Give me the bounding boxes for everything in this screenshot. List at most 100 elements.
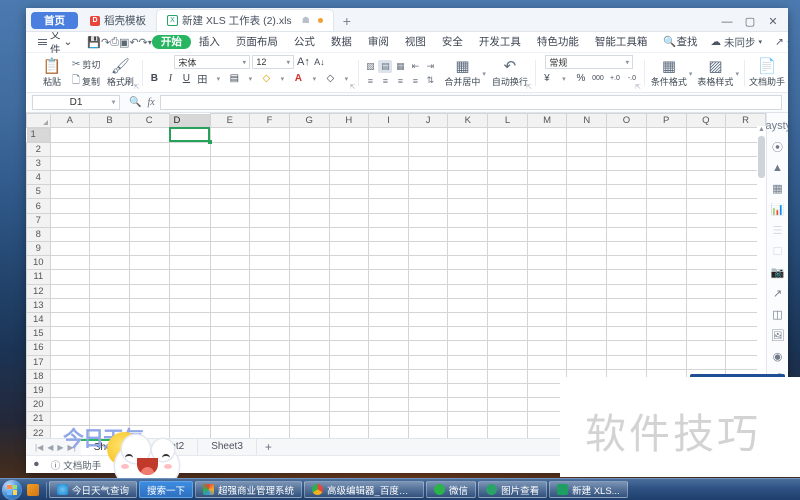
cell-F10[interactable] [249,255,290,271]
ribbon-tab-review[interactable]: 审阅 [360,32,397,53]
tab-templates[interactable]: D 稻壳模板 [80,10,156,31]
cell-C4[interactable] [128,170,170,186]
status-doc-assistant[interactable]: ⓘ 文档助手 [51,458,102,472]
cell-N3[interactable] [566,155,608,172]
align-right-button[interactable]: ≡ [393,74,407,87]
ribbon-tab-security[interactable]: 安全 [434,32,471,53]
cell-L9[interactable] [487,240,528,257]
new-tab-button[interactable]: + [334,13,360,29]
sheet-nav-last-icon[interactable]: ▶| [68,443,76,452]
cell-H2[interactable] [328,141,370,157]
column-header-h[interactable]: H [328,113,370,128]
number-dialog-launcher[interactable]: ⇱ [635,83,641,91]
cell-F14[interactable] [249,311,290,328]
align-left-button[interactable]: ≡ [363,74,377,87]
conditional-format-button[interactable]: ▦ 条件格式 [649,59,689,88]
cell-F8[interactable] [249,226,290,243]
cell-A22[interactable] [49,425,91,438]
shape-icon[interactable]: ⦿ [770,139,786,154]
cell-A18[interactable] [49,368,91,384]
cell-I5[interactable] [368,184,409,200]
cell-E21[interactable] [209,411,251,427]
cell-E12[interactable] [209,283,251,299]
cell-J20[interactable] [407,397,449,413]
cell-I3[interactable] [368,155,409,172]
cell-G6[interactable] [288,198,330,214]
cell-J5[interactable] [407,184,449,200]
cell-C5[interactable] [128,184,170,200]
cell-K4[interactable] [447,170,489,186]
cell-J4[interactable] [407,170,449,186]
column-header-d[interactable]: D [169,113,210,127]
cell-O9[interactable] [606,240,647,257]
cell-K5[interactable] [447,184,489,200]
cell-N12[interactable] [566,283,608,299]
cell-A9[interactable] [49,240,91,257]
cell-B17[interactable] [89,354,130,370]
cell-I11[interactable] [368,269,409,285]
cell-A4[interactable] [49,170,91,186]
cell-C2[interactable] [128,141,170,157]
cell-I13[interactable] [368,297,409,313]
cell-J15[interactable] [407,326,449,342]
cell-style-button[interactable]: ▤ [227,72,241,85]
cell-F3[interactable] [249,155,290,172]
cell-M11[interactable] [526,269,568,285]
row-header-2[interactable]: 2 [26,141,51,157]
sheet-nav-prev-icon[interactable]: ◀ [47,443,53,452]
cell-K13[interactable] [447,297,489,313]
alignment-dialog-launcher[interactable]: ⇱ [526,83,532,91]
cell-I6[interactable] [368,198,409,214]
cell-F1[interactable] [249,126,290,143]
table-style-button[interactable]: ▨ 表格样式 [695,59,735,88]
cell-A3[interactable] [49,155,91,172]
tab-cloud-icon[interactable]: ☗ [302,15,310,26]
chevron-down-icon[interactable]: ▾ [211,72,225,85]
cell-G20[interactable] [288,397,330,413]
cell-K14[interactable] [447,311,489,328]
cell-C3[interactable] [128,155,170,172]
percent-format-button[interactable]: % [574,72,588,85]
column-header-a[interactable]: A [49,113,91,128]
cell-E20[interactable] [209,397,251,413]
cell-M14[interactable] [526,311,568,328]
cell-M10[interactable] [526,255,568,271]
cell-L10[interactable] [487,255,528,271]
cell-K1[interactable] [447,126,489,143]
cell-I18[interactable] [368,368,409,384]
cell-K2[interactable] [447,141,489,157]
sheet-tab-sheet1[interactable]: Sheet1 [80,438,140,456]
cell-O16[interactable] [606,340,647,356]
cell-O17[interactable] [606,354,647,370]
cell-H9[interactable] [328,240,370,257]
cell-G21[interactable] [288,411,330,427]
column-header-k[interactable]: K [447,113,489,128]
image-icon[interactable]: 🖼 [770,328,786,343]
cell-K7[interactable] [447,212,489,228]
cell-M12[interactable] [526,283,568,299]
copy-button[interactable]: 🗋 复制 [72,73,100,90]
ribbon-tab-formula[interactable]: 公式 [286,32,323,53]
cell-G14[interactable] [288,311,330,328]
cell-E22[interactable] [209,425,251,438]
taskbar-item-business-system[interactable]: 超强商业管理系统 [195,481,303,498]
cell-N15[interactable] [566,326,608,342]
cell-Q9[interactable] [685,240,727,257]
share-button[interactable]: ↗ 分享 [770,35,788,50]
cell-L6[interactable] [487,198,528,214]
cell-Q3[interactable] [685,155,727,172]
cell-Q7[interactable] [685,212,727,228]
cell-P9[interactable] [645,240,687,257]
cell-J3[interactable] [407,155,449,172]
cell-C18[interactable] [128,368,170,384]
underline-button[interactable]: U [179,72,193,85]
cell-O10[interactable] [606,255,647,271]
row-header-4[interactable]: 4 [26,170,51,186]
cell-B8[interactable] [89,226,130,243]
cell-O3[interactable] [606,155,647,172]
cell-N14[interactable] [566,311,608,328]
decrease-font-size-button[interactable]: A↓ [312,56,326,69]
taskbar-item-photo-viewer[interactable]: 图片查看 [478,481,548,498]
cell-P6[interactable] [645,198,687,214]
cell-I16[interactable] [368,340,409,356]
